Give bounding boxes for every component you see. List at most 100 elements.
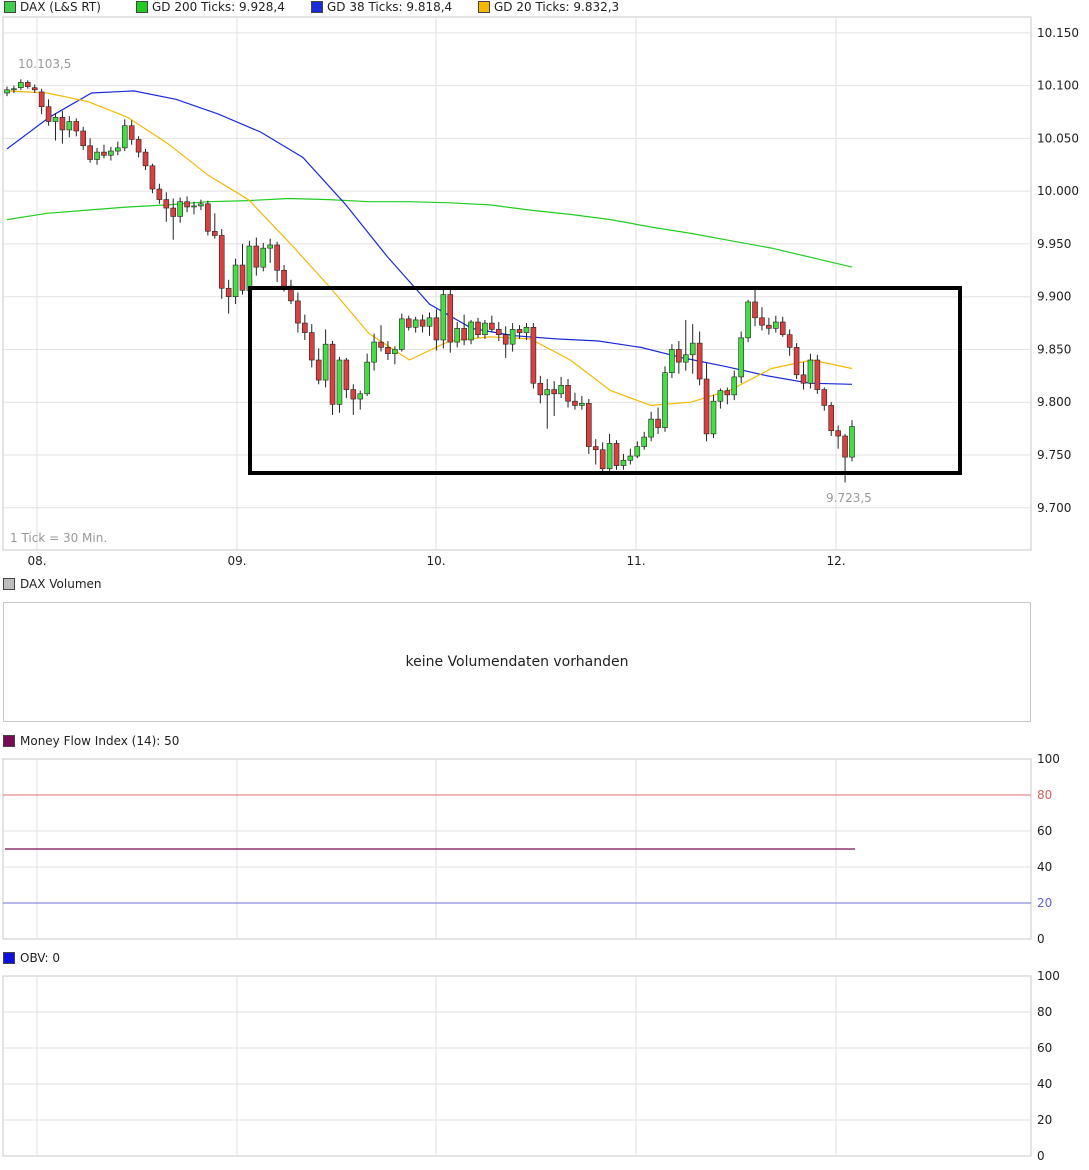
y-tick-label: 9.850 <box>1037 342 1071 356</box>
obv-swatch <box>3 952 15 964</box>
candle-body <box>87 145 93 160</box>
y-tick-label: 10.100 <box>1037 79 1079 93</box>
candle-body <box>163 199 170 209</box>
candle-body <box>302 322 308 333</box>
y-tick-label: 10.050 <box>1037 131 1079 145</box>
candle-body <box>66 121 73 131</box>
candle-body <box>572 400 578 406</box>
candle-body <box>170 207 177 217</box>
candle-body <box>142 151 149 167</box>
candle-body <box>800 374 807 384</box>
candle-body <box>308 332 315 361</box>
x-tick-label: 11. <box>626 554 645 568</box>
candle-body <box>364 361 370 395</box>
candle-body <box>724 390 731 396</box>
candle-body <box>211 230 218 236</box>
candle-body <box>773 321 779 329</box>
mfi-label: Money Flow Index (14): 50 <box>20 734 180 748</box>
candle-body <box>717 390 724 402</box>
candle-body <box>565 385 571 402</box>
candle-body <box>267 244 273 249</box>
candle-body <box>225 287 232 297</box>
candle-body <box>696 342 703 380</box>
candle-body <box>766 324 772 329</box>
x-tick-label: 09. <box>227 554 246 568</box>
candle-body <box>52 116 59 122</box>
volume-panel-label: DAX Volumen <box>3 577 102 591</box>
candle-body <box>315 359 322 381</box>
candle-body <box>786 334 793 348</box>
x-tick-label: 08. <box>27 554 46 568</box>
candle-body <box>260 247 267 268</box>
mfi-swatch <box>3 735 15 747</box>
candle-body <box>274 244 280 271</box>
candle-body <box>253 245 260 268</box>
candle-body <box>198 203 204 207</box>
candle-body <box>662 372 668 428</box>
candle-body <box>412 319 419 328</box>
candle-body <box>731 376 738 396</box>
candle-body <box>322 343 329 381</box>
candle-body <box>495 329 502 335</box>
x-tick-label: 10. <box>426 554 445 568</box>
candle-body <box>814 359 821 390</box>
price-chart: 08. 09. 10. 11. 12. 10.150 10.100 10.050 10.000 9… <box>2 16 1079 568</box>
price-plot-frame <box>2 16 1032 551</box>
candle-body <box>135 139 142 153</box>
candle-body <box>205 203 211 232</box>
candle-body <box>239 264 246 291</box>
candle-body <box>516 329 523 333</box>
x-tick-label: 12. <box>826 554 845 568</box>
y-tick-label: 10.150 <box>1037 26 1079 40</box>
candle-body <box>73 121 80 132</box>
candle-body <box>218 235 225 289</box>
candle-body <box>343 359 350 390</box>
candle-body <box>475 321 481 335</box>
y-tick-label: 80 <box>1037 788 1052 802</box>
candle-body <box>11 88 17 91</box>
candle-body <box>509 329 516 345</box>
candle-body <box>149 165 156 190</box>
candle-body <box>246 245 253 291</box>
candle-body <box>669 349 675 373</box>
y-tick-label: 0 <box>1037 932 1045 946</box>
candle-body <box>378 341 384 348</box>
candle-body <box>579 402 585 406</box>
candle-body <box>482 322 488 335</box>
candle-body <box>537 382 544 396</box>
candle-body <box>489 322 495 330</box>
obv-plot-frame <box>2 975 1032 1157</box>
y-tick-label: 100 <box>1037 969 1060 983</box>
candle-body <box>4 89 10 94</box>
candle-body <box>329 343 336 405</box>
candle-body <box>461 328 467 341</box>
y-tick-label: 40 <box>1037 860 1052 874</box>
candle-body <box>689 342 696 356</box>
y-tick-label: 9.900 <box>1037 290 1071 304</box>
candle-body <box>648 418 654 438</box>
volume-label: DAX Volumen <box>20 577 102 591</box>
tick-note: 1 Tick = 30 Min. <box>10 531 107 545</box>
candle-body <box>821 389 828 406</box>
y-tick-label: 9.950 <box>1037 237 1071 251</box>
candle-body <box>350 389 357 400</box>
candle-body <box>156 188 163 200</box>
candle-body <box>835 430 841 437</box>
high-label: 10.103,5 <box>18 57 71 71</box>
y-tick-label: 20 <box>1037 896 1052 910</box>
candle-body <box>655 418 661 428</box>
candle-body <box>108 150 114 156</box>
candle-body <box>371 341 377 363</box>
candle-body <box>828 405 835 432</box>
volume-swatch <box>3 578 15 590</box>
candle-body <box>295 300 301 324</box>
candle-body <box>80 130 86 147</box>
obv-panel-label: OBV: 0 <box>3 951 60 965</box>
candle-body <box>551 389 557 395</box>
candle-body <box>18 82 24 89</box>
low-label: 9.723,5 <box>826 491 872 505</box>
candle-body <box>807 359 814 384</box>
candle-body <box>357 393 364 400</box>
candle-body <box>232 264 239 297</box>
candle-body <box>849 426 855 458</box>
